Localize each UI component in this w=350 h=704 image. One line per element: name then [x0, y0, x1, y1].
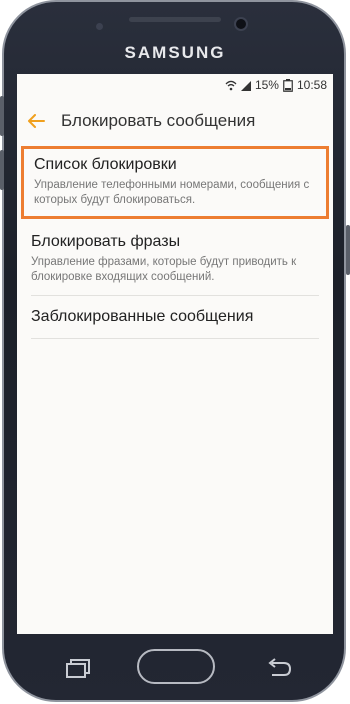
battery-percent: 15%: [254, 78, 279, 92]
menu-item-label: Заблокированные сообщения: [31, 307, 254, 325]
menu-item-label: Блокировать фразы: [31, 232, 181, 250]
menu-item-label: Список блокировки: [34, 156, 177, 173]
front-camera: [234, 17, 248, 31]
proximity-sensor: [96, 23, 103, 30]
menu-item-description: Управление телефонными номерами, сообщен…: [34, 179, 310, 206]
menu-item-description: Управление фразами, которые будут привод…: [31, 255, 297, 283]
recents-icon[interactable]: [62, 656, 90, 680]
brand-logo: SAMSUNG: [124, 43, 226, 62]
power-button[interactable]: [346, 225, 350, 275]
volume-up-button[interactable]: [0, 96, 4, 136]
earpiece-speaker: [129, 17, 221, 22]
header: Блокировать сообщения: [17, 96, 333, 146]
back-arrow-icon[interactable]: [27, 110, 49, 132]
wifi-icon: [225, 80, 237, 91]
divider: [31, 337, 319, 339]
clock: 10:58: [296, 78, 327, 92]
menu-item-block-phrases[interactable]: Блокировать фразы Управление фразами, ко…: [25, 225, 325, 295]
back-icon[interactable]: [264, 656, 292, 680]
hardware-navigation: [0, 634, 350, 702]
menu-item-blocked-messages[interactable]: Заблокированные сообщения: [25, 296, 325, 338]
home-button[interactable]: [137, 649, 215, 684]
page-title: Блокировать сообщения: [61, 111, 256, 130]
battery-icon: [283, 78, 293, 92]
signal-icon: [240, 80, 251, 91]
screen: 15% 10:58 Блокировать сообщения Список б…: [17, 74, 333, 634]
volume-down-button[interactable]: [0, 150, 4, 190]
status-bar: 15% 10:58: [17, 74, 333, 96]
menu-item-block-list[interactable]: Список блокировки Управление телефонными…: [21, 146, 329, 219]
